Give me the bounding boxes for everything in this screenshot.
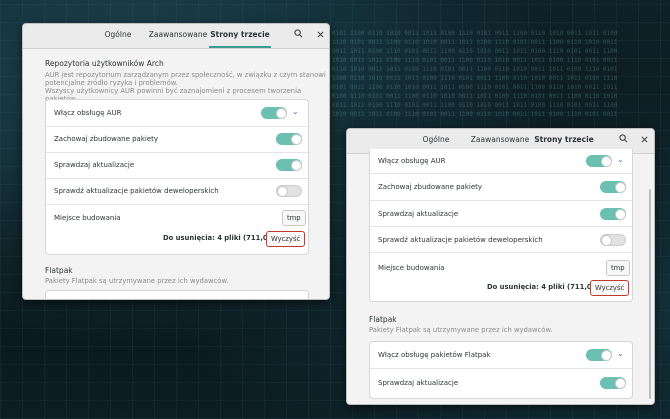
aur-check-row: Sprawdzaj aktualizacje: [46, 152, 308, 179]
aur-description-1: AUR jest repozytorium zarządzanym przez …: [45, 71, 326, 79]
aur-enable-row: Włącz obsługę AUR ⌄: [46, 100, 308, 127]
flatpak-settings-card-partial: [45, 290, 309, 299]
aur-check-dev-switch[interactable]: [276, 185, 302, 197]
aur-check-row: Sprawdzaj aktualizacje: [370, 200, 632, 227]
aur-description-2: potencjalne źródło ryzyka i problemów.: [45, 79, 178, 87]
aur-check-dev-switch[interactable]: [600, 234, 626, 246]
aur-enable-label: Włącz obsługę AUR: [378, 157, 446, 165]
flatpak-check-switch[interactable]: [600, 377, 626, 389]
flatpak-enable-label: Włącz obsługę pakietów Flatpak: [378, 351, 491, 359]
aur-section-title: Repozytoria użytkowników Arch: [45, 59, 164, 68]
header-bar: Ogólne Zaawansowane Strony trzecie: [23, 24, 329, 49]
settings-window-main: Ogólne Zaawansowane Strony trzecie Repoz…: [22, 23, 330, 300]
aur-enable-row: Włącz obsługę AUR ⌄: [370, 149, 632, 174]
flatpak-enable-row: Włącz obsługę pakietów Flatpak ⌄: [370, 342, 632, 369]
scrollbar[interactable]: [649, 189, 651, 399]
flatpak-enable-switch[interactable]: [586, 349, 612, 361]
aur-keep-switch[interactable]: [276, 133, 302, 145]
desktop-wallpaper-code: 0101 1100 0110 1010 0011 1011 0100 1110 …: [332, 30, 618, 118]
aur-check-switch[interactable]: [276, 159, 302, 171]
chevron-down-icon[interactable]: ⌄: [617, 349, 624, 358]
aur-enable-switch[interactable]: [261, 107, 287, 119]
tab-third-party[interactable]: Strony trzecie: [209, 24, 271, 48]
chevron-down-icon[interactable]: ⌄: [292, 107, 299, 116]
flatpak-check-label: Sprawdzaj aktualizacje: [378, 379, 459, 387]
aur-check-switch[interactable]: [600, 208, 626, 220]
aur-settings-card: Włącz obsługę AUR ⌄ Zachowaj zbudowane p…: [369, 149, 633, 302]
aur-enable-label: Włącz obsługę AUR: [54, 109, 122, 117]
aur-build-dir-row: Miejsce budowania tmp Do usunięcia: 4 pl…: [46, 204, 308, 254]
tab-general[interactable]: Ogólne: [93, 24, 143, 48]
aur-keep-row: Zachowaj zbudowane pakiety: [370, 173, 632, 201]
aur-build-dir-label: Miejsce budowania: [378, 264, 445, 272]
build-dir-button[interactable]: tmp: [282, 210, 306, 226]
settings-window-second: Ogólne Zaawansowane Strony trzecie Włącz…: [346, 128, 655, 405]
search-icon[interactable]: [616, 134, 630, 148]
aur-keep-label: Zachowaj zbudowane pakiety: [54, 135, 159, 143]
aur-enable-switch[interactable]: [586, 155, 612, 167]
clear-button[interactable]: Wyczyść: [590, 280, 630, 296]
flatpak-description: Pakiety Flatpak są utrzymywane przez ich…: [369, 326, 553, 334]
aur-keep-switch[interactable]: [600, 181, 626, 193]
aur-check-dev-label: Sprawdź aktualizacje pakietów dewelopers…: [54, 187, 219, 195]
aur-check-label: Sprawdzaj aktualizacje: [54, 161, 135, 169]
aur-keep-row: Zachowaj zbudowane pakiety: [46, 126, 308, 153]
flatpak-description: Pakiety Flatpak są utrzymywane przez ich…: [45, 277, 229, 285]
close-icon[interactable]: [313, 29, 327, 43]
chevron-down-icon[interactable]: ⌄: [617, 155, 624, 164]
clear-button[interactable]: Wyczyść: [266, 231, 306, 247]
aur-build-dir-row: Miejsce budowania tmp Do usunięcia: 4 pl…: [370, 252, 632, 301]
aur-build-dir-label: Miejsce budowania: [54, 214, 121, 222]
flatpak-check-row: Sprawdzaj aktualizacje: [370, 368, 632, 398]
flatpak-section-title: Flatpak: [369, 315, 397, 324]
flatpak-section-title: Flatpak: [45, 266, 73, 275]
tab-advanced[interactable]: Zaawansowane: [147, 24, 209, 48]
aur-keep-label: Zachowaj zbudowane pakiety: [378, 183, 483, 191]
search-icon[interactable]: [291, 29, 305, 43]
build-dir-button[interactable]: tmp: [606, 260, 630, 276]
aur-check-dev-label: Sprawdź aktualizacje pakietów dewelopers…: [378, 236, 543, 244]
aur-check-dev-row: Sprawdź aktualizacje pakietów dewelopers…: [370, 226, 632, 253]
close-icon[interactable]: [637, 134, 651, 148]
aur-check-label: Sprawdzaj aktualizacje: [378, 210, 459, 218]
aur-check-dev-row: Sprawdź aktualizacje pakietów dewelopers…: [46, 178, 308, 205]
aur-settings-card: Włącz obsługę AUR ⌄ Zachowaj zbudowane p…: [45, 99, 309, 255]
flatpak-settings-card: Włącz obsługę pakietów Flatpak ⌄ Sprawdz…: [369, 341, 633, 399]
